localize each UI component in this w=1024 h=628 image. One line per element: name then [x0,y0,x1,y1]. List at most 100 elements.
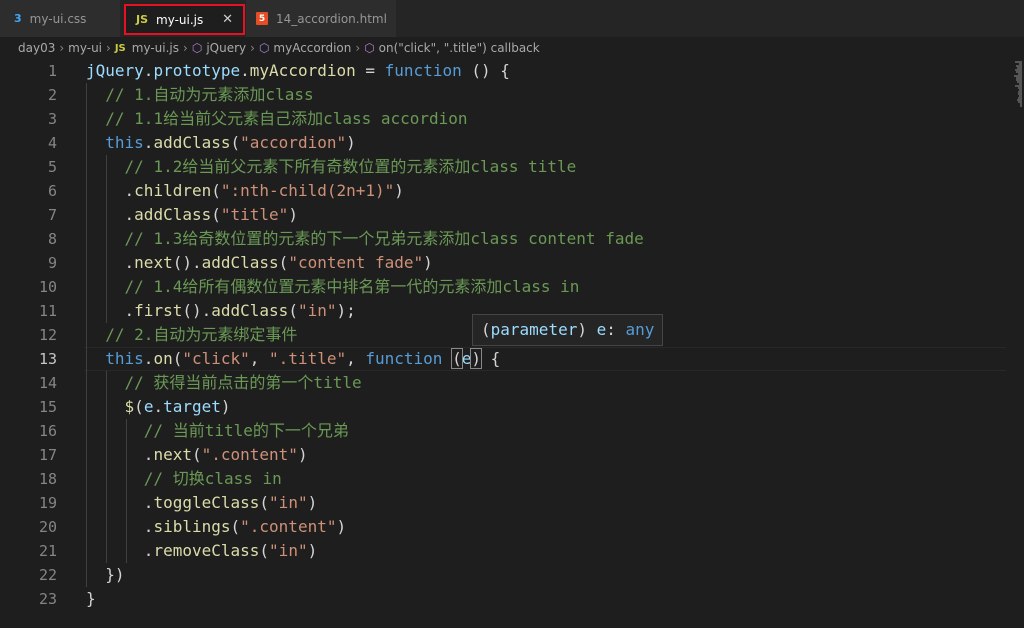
code-line[interactable]: 23} [0,587,1010,611]
line-number: 9 [47,254,57,272]
code-line[interactable]: 22 }) [0,563,1010,587]
code-text[interactable]: } [86,587,96,611]
code-text[interactable]: // 1.2给当前父元素下所有奇数位置的元素添加class title [86,155,577,179]
code-text[interactable]: // 2.自动为元素绑定事件 [86,323,297,347]
code-text[interactable]: // 获得当前点击的第一个title [86,371,362,395]
hover-text: (parameter) e: any [481,320,655,339]
line-number: 13 [38,350,57,368]
code-line[interactable]: 7 .addClass("title") [0,203,1010,227]
close-icon[interactable]: ✕ [222,12,233,27]
line-number: 11 [38,302,57,320]
html-file-icon: 5 [256,12,268,25]
code-text[interactable]: this.on("click", ".title", function (e) … [86,347,500,371]
code-text[interactable]: .addClass("title") [86,203,298,227]
line-number: 15 [38,398,57,416]
line-number: 6 [47,182,57,200]
js-file-icon: JS [114,42,126,54]
code-line[interactable]: 16 // 当前title的下一个兄弟 [0,419,1010,443]
symbol-method-icon: ⬡ [364,41,375,55]
line-number: 5 [47,158,57,176]
line-number: 8 [47,230,57,248]
line-number: 17 [38,446,57,464]
code-text[interactable]: .removeClass("in") [86,539,317,563]
breadcrumb-item-jquery[interactable]: jQuery [206,41,246,55]
tab-label: 14_accordion.html [276,11,387,26]
line-number: 10 [38,278,57,296]
code-text[interactable]: $(e.target) [86,395,231,419]
css-file-icon: 3 [14,12,22,25]
code-line[interactable]: 6 .children(":nth-child(2n+1)") [0,179,1010,203]
line-number: 14 [38,374,57,392]
code-text[interactable]: // 切换class in [86,467,282,491]
chevron-right-icon: › [59,41,65,55]
code-line[interactable]: 1 jQuery.prototype.myAccordion = function… [0,59,1010,83]
symbol-method-icon: ⬡ [258,41,270,55]
breadcrumb-item-file[interactable]: my-ui.js [132,41,179,55]
line-number: 7 [47,206,57,224]
code-line[interactable]: 17 .next(".content") [0,443,1010,467]
breadcrumb: day03 › my-ui › JS my-ui.js › ⬡ jQuery ›… [0,37,1024,59]
line-number: 19 [38,494,57,512]
tab-my-ui-css[interactable]: 3 my-ui.css [0,0,120,37]
code-line[interactable]: 20 .siblings(".content") [0,515,1010,539]
line-number: 2 [47,86,57,104]
code-line[interactable]: 4 this.addClass("accordion") [0,131,1010,155]
code-text[interactable]: .toggleClass("in") [86,491,317,515]
code-text[interactable]: // 1.自动为元素添加class [86,83,313,107]
code-text[interactable]: jQuery.prototype.myAccordion = function … [86,59,510,83]
code-line[interactable]: 14 // 获得当前点击的第一个title [0,371,1010,395]
code-text[interactable]: this.addClass("accordion") [86,131,355,155]
breadcrumb-item-callback[interactable]: on("click", ".title") callback [379,41,540,55]
chevron-right-icon: › [106,41,111,55]
js-file-icon: JS [136,13,149,26]
code-line[interactable]: 9 .next().addClass("content fade") [0,251,1010,275]
line-number: 23 [38,590,57,608]
code-text[interactable]: .next().addClass("content fade") [86,251,433,275]
code-line[interactable]: 21 .removeClass("in") [0,539,1010,563]
tab-label: my-ui.js [156,12,204,27]
line-number: 21 [38,542,57,560]
code-line[interactable]: 3 // 1.1给当前父元素自己添加class accordion [0,107,1010,131]
tab-14-accordion-html[interactable]: 5 14_accordion.html [246,0,396,37]
line-number: 22 [38,566,57,584]
indent-guide [126,419,127,563]
line-number: 20 [38,518,57,536]
symbol-method-icon: ⬡ [191,41,203,55]
code-line[interactable]: 2 // 1.自动为元素添加class [0,83,1010,107]
hover-tooltip: (parameter) e: any [472,314,664,346]
code-line[interactable]: 15 $(e.target) [0,395,1010,419]
tab-label: my-ui.css [29,11,87,26]
code-text[interactable]: }) [86,563,124,587]
code-line[interactable]: 10 // 1.4给所有偶数位置元素中排名第一代的元素添加class in [0,275,1010,299]
tab-my-ui-js[interactable]: JS my-ui.js ✕ [124,4,245,35]
minimap[interactable] [1010,59,1024,628]
code-text[interactable]: .children(":nth-child(2n+1)") [86,179,404,203]
line-number: 4 [47,134,57,152]
indent-guide [106,155,107,323]
indent-guide [86,83,87,587]
breadcrumb-item-day03[interactable]: day03 [18,41,55,55]
code-text[interactable]: // 1.3给奇数位置的元素的下一个兄弟元素添加class content fa… [86,227,644,251]
code-line[interactable]: 19 .toggleClass("in") [0,491,1010,515]
line-number: 12 [38,326,57,344]
line-number: 18 [38,470,57,488]
chevron-right-icon: › [355,41,361,55]
minimap-line [1020,105,1022,107]
code-line[interactable]: 5 // 1.2给当前父元素下所有奇数位置的元素添加class title [0,155,1010,179]
line-number: 1 [47,62,57,80]
tab-bar: 3 my-ui.css JS my-ui.js ✕ 5 14_accordion… [0,0,1024,37]
code-text[interactable]: .next(".content") [86,443,308,467]
chevron-right-icon: › [183,41,188,55]
code-text[interactable]: // 1.4给所有偶数位置元素中排名第一代的元素添加class in [86,275,580,299]
chevron-right-icon: › [250,41,255,55]
code-text[interactable]: // 1.1给当前父元素自己添加class accordion [86,107,467,131]
code-text[interactable]: .first().addClass("in"); [86,299,356,323]
line-number: 16 [38,422,57,440]
code-line[interactable]: 18 // 切换class in [0,467,1010,491]
code-line[interactable]: 13 this.on("click", ".title", function (… [0,347,1010,371]
indent-guide [106,371,107,563]
breadcrumb-item-my-ui[interactable]: my-ui [68,41,102,55]
breadcrumb-item-myaccordion[interactable]: myAccordion [273,41,351,55]
line-number: 3 [47,110,57,128]
code-line[interactable]: 8 // 1.3给奇数位置的元素的下一个兄弟元素添加class content … [0,227,1010,251]
